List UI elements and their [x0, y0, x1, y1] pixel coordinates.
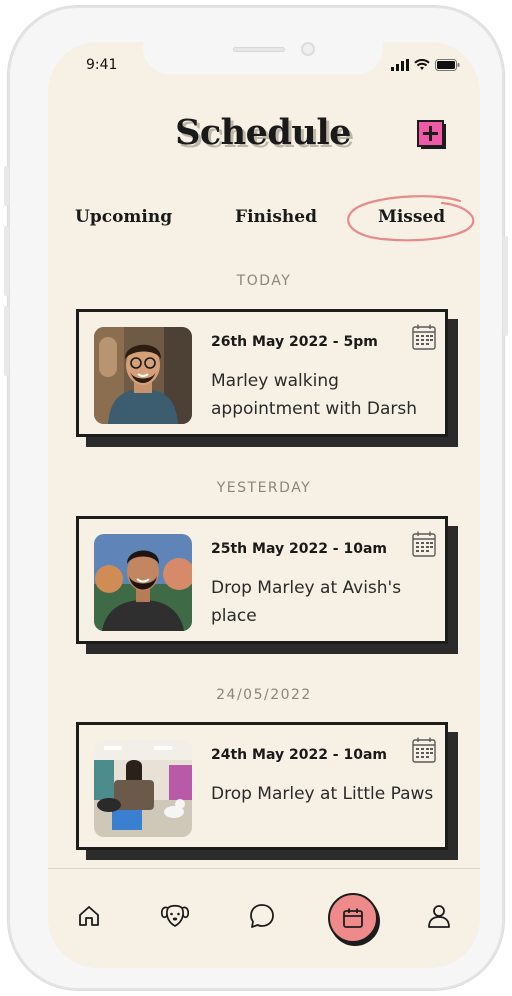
- appointment-card[interactable]: 26th May 2022 - 5pm Marley walking appoi…: [76, 309, 458, 447]
- calendar-icon[interactable]: [412, 737, 436, 763]
- battery-icon: [435, 59, 460, 71]
- add-schedule-button[interactable]: [417, 120, 447, 150]
- appointment-description: Drop Marley at Avish's place: [211, 578, 402, 626]
- mute-switch: [4, 166, 9, 206]
- nav-profile[interactable]: [424, 901, 454, 931]
- chat-icon: [250, 904, 274, 928]
- appointment-card[interactable]: 24th May 2022 - 10am Drop Marley at Litt…: [76, 722, 458, 860]
- appointment-card[interactable]: 25th May 2022 - 10am Drop Marley at Avis…: [76, 516, 458, 654]
- appointment-date: 26th May 2022 - 5pm: [211, 334, 378, 350]
- wifi-icon: [414, 59, 430, 70]
- walker-photo: [94, 327, 192, 424]
- appointment-description: Marley walking appointment with Darsh: [211, 371, 418, 419]
- volume-up-button: [4, 226, 9, 296]
- appointment-date: 25th May 2022 - 10am: [211, 541, 388, 557]
- volume-down-button: [4, 306, 9, 376]
- card-body: 24th May 2022 - 10am Drop Marley at Litt…: [76, 722, 448, 850]
- card-body: 25th May 2022 - 10am Drop Marley at Avis…: [76, 516, 448, 644]
- section-label-today: TODAY: [236, 273, 292, 289]
- host-photo: [94, 534, 192, 631]
- dog-icon: [160, 904, 190, 927]
- status-icons: [391, 59, 460, 71]
- signal-icon: [391, 59, 409, 71]
- section-label-yesterday: YESTERDAY: [216, 480, 312, 496]
- nav-messages[interactable]: [247, 901, 277, 931]
- home-icon: [79, 906, 99, 926]
- page-title: Schedule: [175, 112, 351, 153]
- tab-upcoming[interactable]: Upcoming: [75, 207, 172, 227]
- daycare-photo: [94, 740, 192, 837]
- calendar-icon[interactable]: [412, 324, 436, 350]
- notch: [143, 42, 383, 74]
- card-body: 26th May 2022 - 5pm Marley walking appoi…: [76, 309, 448, 437]
- front-camera: [301, 42, 315, 56]
- active-tab-circle: [347, 195, 475, 242]
- nav-pets[interactable]: [160, 901, 190, 931]
- section-label-date: 24/05/2022: [216, 687, 312, 703]
- profile-icon: [428, 905, 450, 928]
- app-screen: 9:41 Schedule Upcoming Finished Missed T…: [48, 42, 480, 968]
- tab-bar: Upcoming Finished Missed: [48, 195, 480, 247]
- phone-frame: 9:41 Schedule Upcoming Finished Missed T…: [4, 6, 508, 990]
- bottom-nav: [48, 868, 480, 968]
- power-button: [503, 236, 508, 336]
- appointment-date: 24th May 2022 - 10am: [211, 747, 388, 763]
- appointment-description: Drop Marley at Little Paws: [211, 784, 434, 804]
- calendar-icon[interactable]: [412, 531, 436, 557]
- tab-finished[interactable]: Finished: [235, 207, 317, 227]
- nav-schedule[interactable]: [328, 893, 378, 943]
- calendar-icon: [343, 908, 363, 928]
- nav-home[interactable]: [74, 901, 104, 931]
- status-time: 9:41: [86, 57, 118, 73]
- speaker: [233, 47, 285, 52]
